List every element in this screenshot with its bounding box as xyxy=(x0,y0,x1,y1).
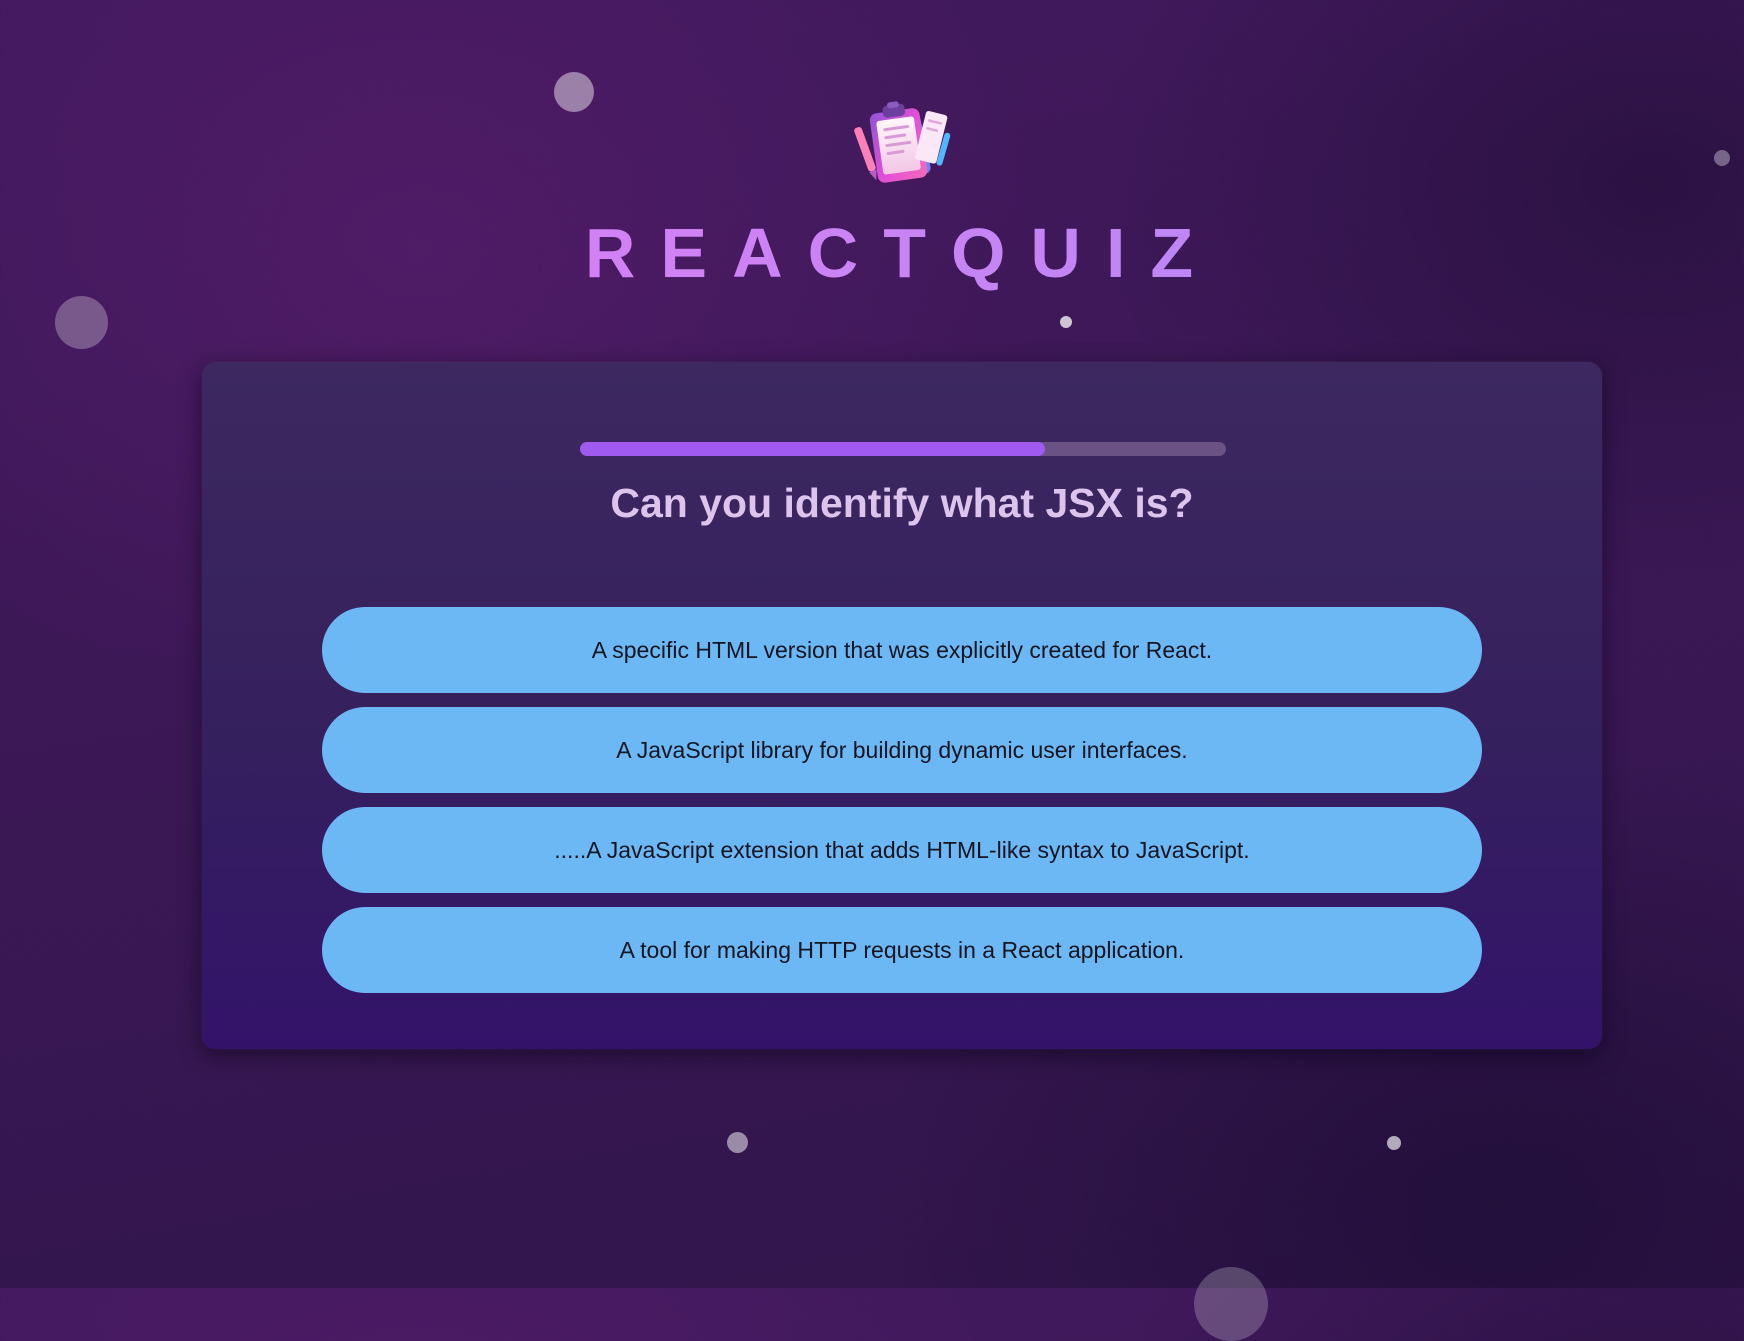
decorative-bubble xyxy=(55,296,108,349)
clipboard-quiz-icon xyxy=(850,98,954,196)
progress-bar xyxy=(580,442,1226,456)
question-text: Can you identify what JSX is? xyxy=(610,480,1194,526)
answer-option-3[interactable]: .....A JavaScript extension that adds HT… xyxy=(322,807,1482,893)
decorative-bubble xyxy=(1060,316,1072,328)
quiz-card: Can you identify what JSX is? A specific… xyxy=(202,362,1602,1049)
progress-bar-fill xyxy=(580,442,1046,456)
decorative-bubble xyxy=(554,72,594,112)
decorative-bubble xyxy=(727,1132,748,1153)
app-title: REACTQUIZ xyxy=(0,208,1744,298)
answer-option-1[interactable]: A specific HTML version that was explici… xyxy=(322,607,1482,693)
answer-options-list: A specific HTML version that was explici… xyxy=(322,607,1482,1007)
decorative-bubble xyxy=(1387,1136,1401,1150)
decorative-bubble xyxy=(1714,150,1730,166)
decorative-bubble xyxy=(1194,1267,1268,1341)
answer-option-4[interactable]: A tool for making HTTP requests in a Rea… xyxy=(322,907,1482,993)
answer-option-2[interactable]: A JavaScript library for building dynami… xyxy=(322,707,1482,793)
